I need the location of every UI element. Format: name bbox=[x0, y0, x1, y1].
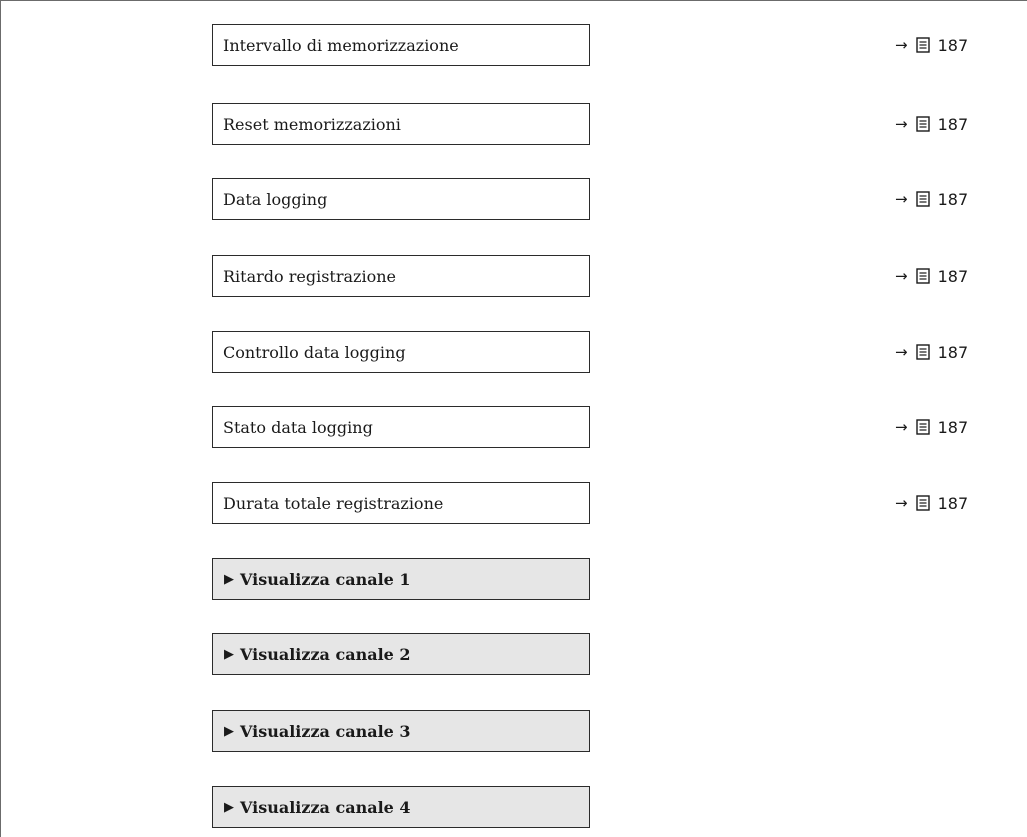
parameter-box[interactable]: Data logging bbox=[212, 178, 590, 220]
page-number: 187 bbox=[937, 189, 969, 209]
submenu-label: Visualizza canale 2 bbox=[240, 644, 411, 664]
arrow-icon: → bbox=[895, 343, 908, 361]
book-page-icon bbox=[915, 419, 930, 435]
page-reference[interactable]: → 187 bbox=[895, 24, 968, 66]
arrow-icon: → bbox=[895, 494, 908, 512]
submenu-row: ▶ Visualizza canale 1 bbox=[212, 558, 1027, 600]
page-number: 187 bbox=[937, 417, 969, 437]
parameter-row: Stato data logging → 187 bbox=[212, 406, 1027, 448]
submenu-button[interactable]: ▶ Visualizza canale 2 bbox=[212, 633, 590, 675]
parameter-row: Durata totale registrazione → 187 bbox=[212, 482, 1027, 524]
book-page-icon bbox=[915, 37, 930, 53]
book-page-icon bbox=[915, 344, 930, 360]
submenu-label: Visualizza canale 3 bbox=[240, 721, 411, 741]
parameter-label: Ritardo registrazione bbox=[223, 266, 396, 286]
page-number: 187 bbox=[937, 266, 969, 286]
submenu-arrow-icon: ▶ bbox=[224, 571, 234, 587]
page-reference[interactable]: → 187 bbox=[895, 482, 968, 524]
page-reference[interactable]: → 187 bbox=[895, 406, 968, 448]
parameter-row: Data logging → 187 bbox=[212, 178, 1027, 220]
submenu-row: ▶ Visualizza canale 3 bbox=[212, 710, 1027, 752]
book-page-icon bbox=[915, 191, 930, 207]
submenu-row: ▶ Visualizza canale 2 bbox=[212, 633, 1027, 675]
page-reference[interactable]: → 187 bbox=[895, 178, 968, 220]
parameter-row: Intervallo di memorizzazione → 187 bbox=[212, 24, 1027, 66]
submenu-arrow-icon: ▶ bbox=[224, 723, 234, 739]
parameter-label: Durata totale registrazione bbox=[223, 493, 444, 513]
submenu-row: ▶ Visualizza canale 4 bbox=[212, 786, 1027, 828]
page-reference[interactable]: → 187 bbox=[895, 255, 968, 297]
page-number: 187 bbox=[937, 35, 969, 55]
submenu-arrow-icon: ▶ bbox=[224, 646, 234, 662]
page-reference[interactable]: → 187 bbox=[895, 331, 968, 373]
book-page-icon bbox=[915, 268, 930, 284]
arrow-icon: → bbox=[895, 115, 908, 133]
parameter-row: Reset memorizzazioni → 187 bbox=[212, 103, 1027, 145]
parameter-label: Data logging bbox=[223, 189, 328, 209]
arrow-icon: → bbox=[895, 418, 908, 436]
submenu-button[interactable]: ▶ Visualizza canale 4 bbox=[212, 786, 590, 828]
submenu-button[interactable]: ▶ Visualizza canale 1 bbox=[212, 558, 590, 600]
parameter-box[interactable]: Stato data logging bbox=[212, 406, 590, 448]
parameter-label: Stato data logging bbox=[223, 417, 373, 437]
parameter-label: Intervallo di memorizzazione bbox=[223, 35, 459, 55]
submenu-arrow-icon: ▶ bbox=[224, 799, 234, 815]
parameter-row: Ritardo registrazione → 187 bbox=[212, 255, 1027, 297]
parameter-box[interactable]: Reset memorizzazioni bbox=[212, 103, 590, 145]
submenu-label: Visualizza canale 4 bbox=[240, 797, 411, 817]
book-page-icon bbox=[915, 495, 930, 511]
parameter-box[interactable]: Intervallo di memorizzazione bbox=[212, 24, 590, 66]
arrow-icon: → bbox=[895, 190, 908, 208]
page-reference[interactable]: → 187 bbox=[895, 103, 968, 145]
submenu-label: Visualizza canale 1 bbox=[240, 569, 411, 589]
page-top-rule bbox=[0, 0, 1027, 1]
parameter-label: Controllo data logging bbox=[223, 342, 406, 362]
page-number: 187 bbox=[937, 114, 969, 134]
arrow-icon: → bbox=[895, 36, 908, 54]
parameter-row: Controllo data logging → 187 bbox=[212, 331, 1027, 373]
page-left-rule bbox=[0, 0, 1, 837]
page-number: 187 bbox=[937, 342, 969, 362]
page-number: 187 bbox=[937, 493, 969, 513]
arrow-icon: → bbox=[895, 267, 908, 285]
parameter-box[interactable]: Controllo data logging bbox=[212, 331, 590, 373]
parameter-box[interactable]: Durata totale registrazione bbox=[212, 482, 590, 524]
book-page-icon bbox=[915, 116, 930, 132]
parameter-label: Reset memorizzazioni bbox=[223, 114, 401, 134]
parameter-box[interactable]: Ritardo registrazione bbox=[212, 255, 590, 297]
submenu-button[interactable]: ▶ Visualizza canale 3 bbox=[212, 710, 590, 752]
